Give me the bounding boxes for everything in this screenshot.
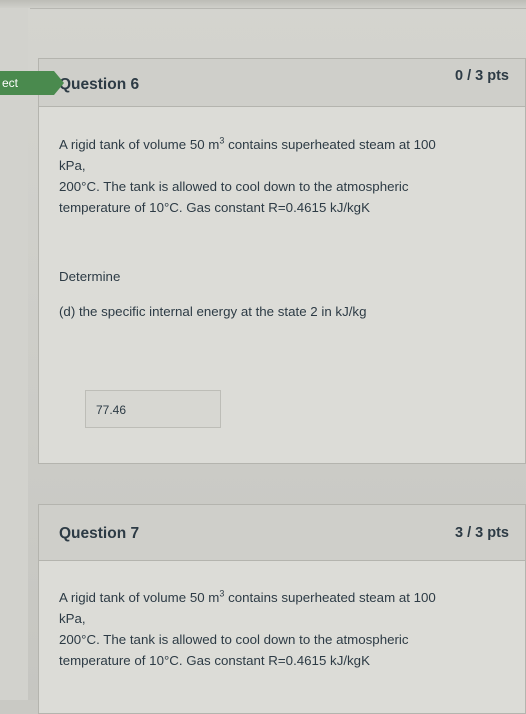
question-title: Question 7 [59, 525, 140, 542]
question-title: Question 6 [59, 76, 140, 93]
correct-answer-flag: ect [0, 71, 64, 95]
question-text: A rigid tank of volume 50 m3 contains su… [59, 587, 509, 671]
question-card-6: Question 6 0 / 3 pts A rigid tank of vol… [38, 58, 526, 464]
question-header-7: Question 7 3 / 3 pts [39, 505, 525, 561]
question-text-line-3: 200°C. The tank is allowed to cool down … [59, 632, 409, 647]
question-text-line-2: kPa, [59, 611, 86, 626]
answer-field[interactable]: 77.46 [85, 390, 221, 428]
question-points: 0 / 3 pts [455, 68, 509, 84]
left-rail [0, 8, 28, 700]
previous-card-bottom [0, 0, 526, 8]
question-text: A rigid tank of volume 50 m3 contains su… [59, 134, 509, 218]
question-header-6: Question 6 0 / 3 pts [39, 59, 525, 107]
question-text-line-1: A rigid tank of volume 50 m3 contains su… [59, 135, 436, 152]
question-card-7: Question 7 3 / 3 pts A rigid tank of vol… [38, 504, 526, 714]
question-part-d: (d) the specific internal energy at the … [59, 304, 367, 319]
divider [30, 8, 526, 9]
question-text-line-2: kPa, [59, 158, 86, 173]
question-text-line-4: temperature of 10°C. Gas constant R=0.46… [59, 200, 370, 215]
question-text-line-1: A rigid tank of volume 50 m3 contains su… [59, 588, 436, 605]
question-points: 3 / 3 pts [455, 525, 509, 541]
question-text-line-4: temperature of 10°C. Gas constant R=0.46… [59, 653, 370, 668]
determine-label: Determine [59, 269, 121, 284]
question-text-line-3: 200°C. The tank is allowed to cool down … [59, 179, 409, 194]
